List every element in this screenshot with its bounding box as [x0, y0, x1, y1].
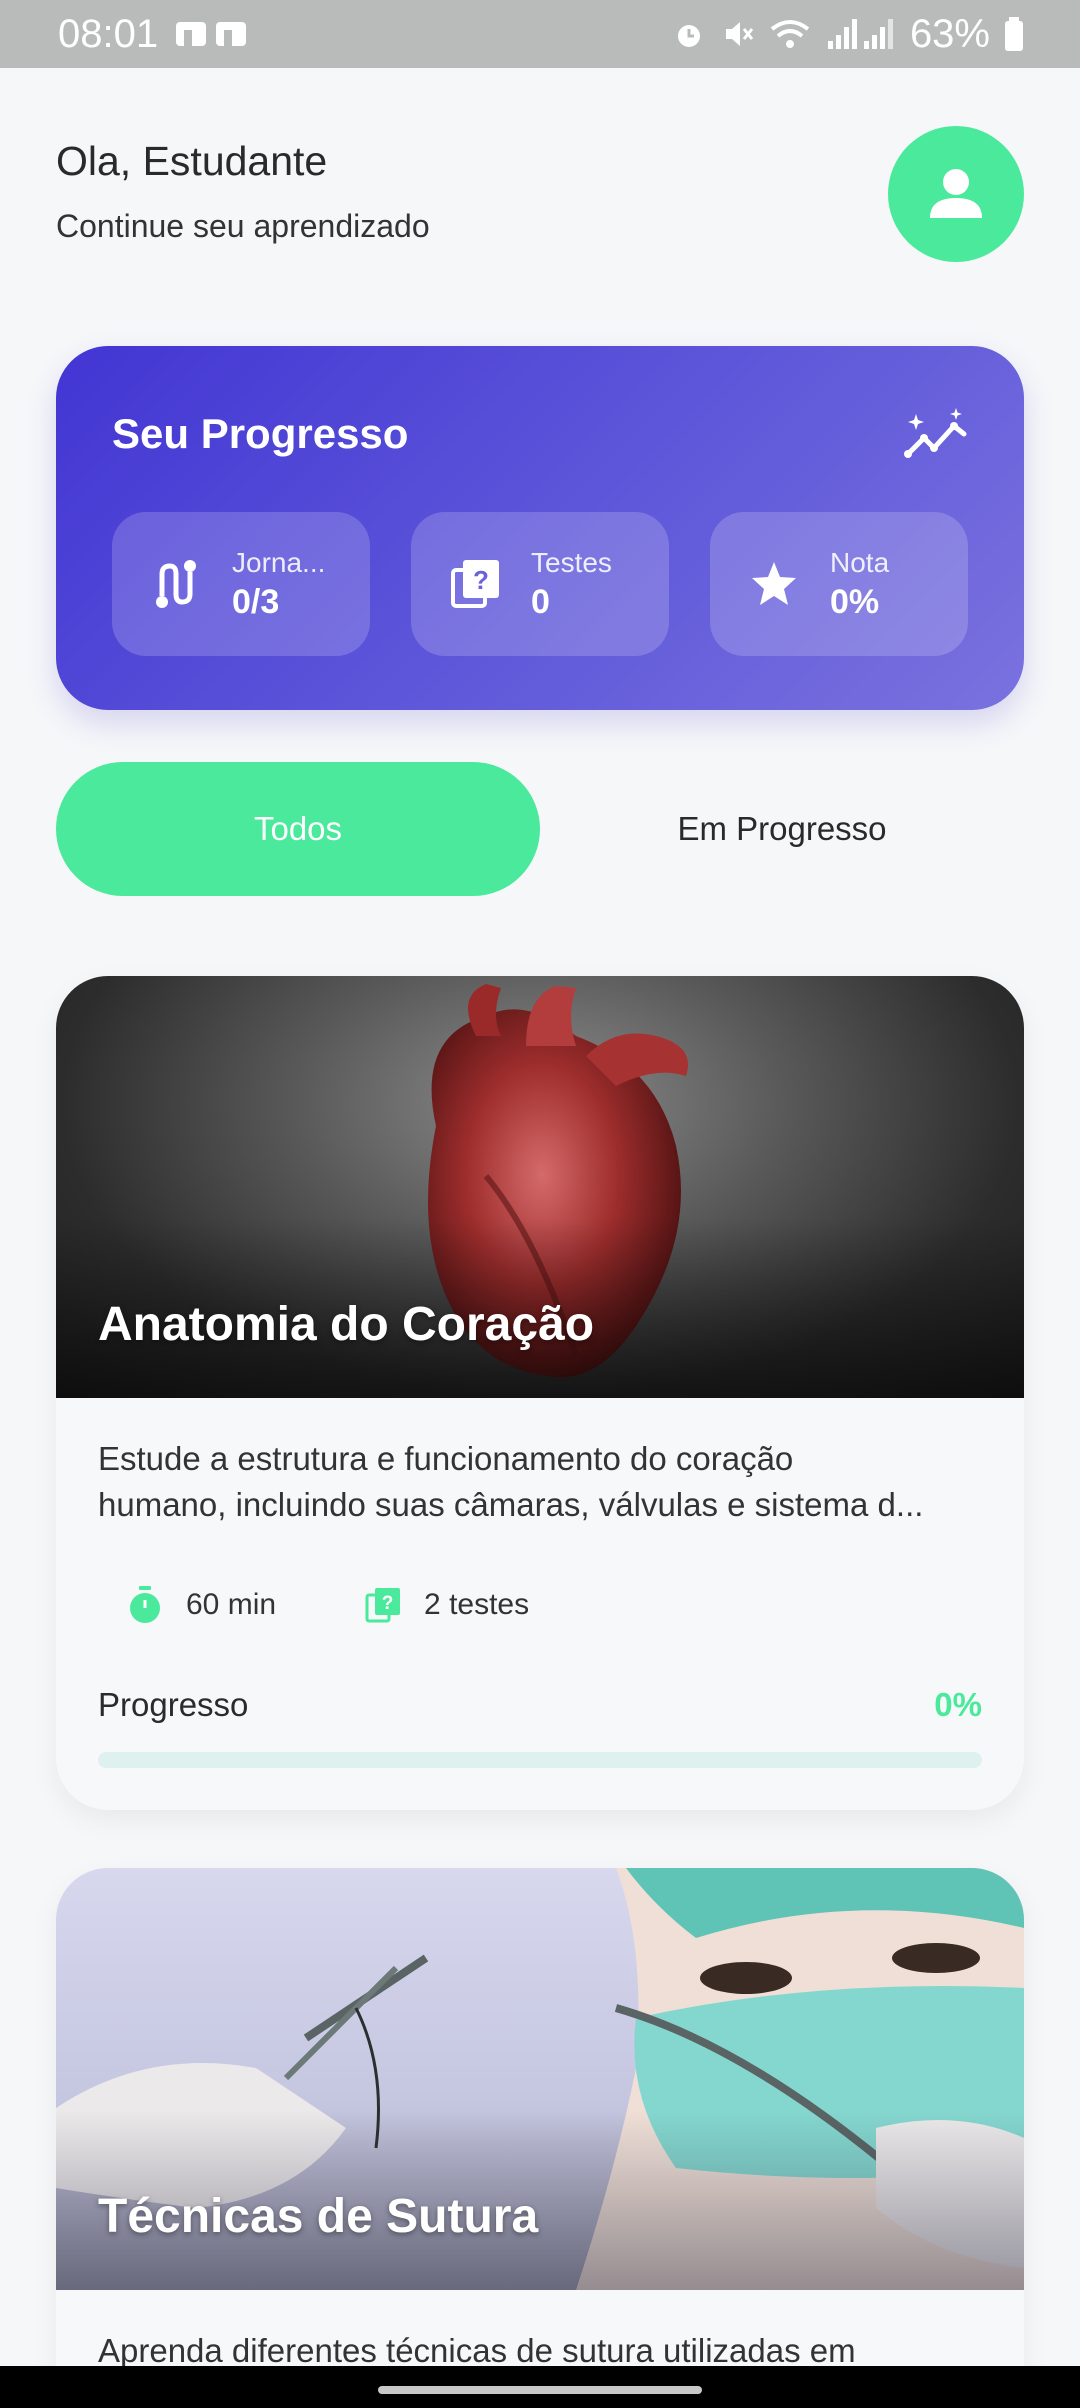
stat-label: Nota: [830, 546, 890, 578]
greeting: Ola, Estudante: [56, 138, 328, 184]
stat-tests: ? Testes 0: [411, 512, 669, 656]
progress-card: Seu Progresso Jorna... 0/3 ? Testes 0 No…: [56, 346, 1024, 710]
status-time: 08:01: [58, 11, 159, 56]
filter-tabs: Todos Em Progresso: [56, 762, 1024, 896]
course-tests: ? 2 testes: [364, 1586, 529, 1624]
course-meta: 60 min ? 2 testes: [126, 1586, 617, 1624]
wifi-icon: [768, 17, 812, 51]
star-icon: [748, 558, 800, 610]
timer-icon: [126, 1586, 164, 1624]
notification-icon: [172, 16, 252, 52]
progress-title: Seu Progresso: [112, 410, 409, 457]
mute-icon: [720, 17, 754, 51]
stat-value: 0: [531, 582, 550, 621]
stat-value: 0%: [830, 582, 880, 621]
route-icon: [150, 558, 202, 610]
quiz-icon: ?: [364, 1586, 402, 1624]
greeting-subtitle: Continue seu aprendizado: [56, 208, 430, 244]
tab-todos[interactable]: Todos: [56, 762, 540, 896]
person-icon: [930, 169, 982, 218]
status-bar: 08:01 63%: [0, 0, 1080, 68]
quiz-icon: ?: [449, 558, 501, 610]
stat-label: Testes: [531, 546, 612, 578]
surgeon-image: Técnicas de Sutura: [56, 1868, 1024, 2290]
home-gesture-handle[interactable]: [378, 2386, 702, 2394]
progress-bar: [98, 1752, 982, 1768]
trending-sparkle-icon: [904, 408, 967, 458]
heart-image: Anatomia do Coração: [56, 976, 1024, 1398]
stat-journeys: Jorna... 0/3: [112, 512, 370, 656]
svg-text:?: ?: [473, 565, 489, 595]
progress-label: Progresso: [98, 1686, 249, 1723]
stat-value: 0/3: [232, 582, 280, 621]
course-title: Técnicas de Sutura: [98, 2190, 539, 2243]
header: Ola, Estudante Continue seu aprendizado: [56, 126, 1024, 270]
course-duration: 60 min: [126, 1586, 276, 1624]
course-card[interactable]: Técnicas de Sutura Aprenda diferentes té…: [56, 1868, 1024, 2408]
profile-avatar-button[interactable]: [888, 126, 1024, 262]
tab-em-progresso[interactable]: Em Progresso: [540, 762, 1024, 896]
battery-percent: 63%: [909, 11, 990, 56]
alarm-icon: [672, 17, 706, 51]
stat-grade: Nota 0%: [710, 512, 968, 656]
course-title: Anatomia do Coração: [98, 1298, 595, 1351]
course-card[interactable]: Anatomia do Coração Estude a estrutura e…: [56, 976, 1024, 1810]
system-nav-bar: [0, 2366, 1080, 2408]
stat-label: Jorna...: [232, 546, 326, 578]
progress-value: 0%: [934, 1686, 982, 1723]
signal-icon: [826, 17, 896, 51]
battery-icon: [1004, 17, 1024, 51]
svg-text:?: ?: [382, 1593, 394, 1614]
course-description: Estude a estrutura e funcionamento do co…: [98, 1440, 924, 1523]
